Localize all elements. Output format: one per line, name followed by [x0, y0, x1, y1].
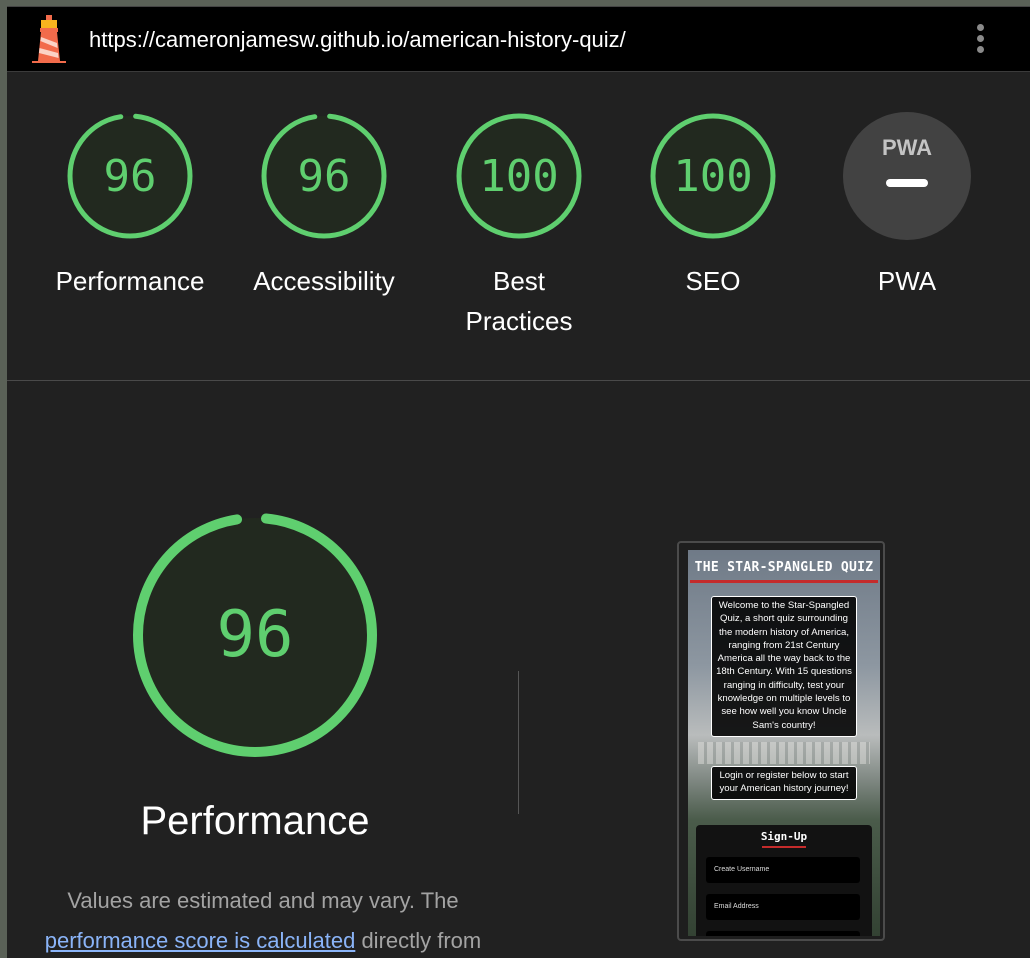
gauge-ring: 100 [650, 113, 776, 239]
intro-text: Welcome to the Star-Spangled Quiz, a sho… [711, 596, 857, 737]
pwa-badge-text: PWA [882, 135, 932, 160]
page-url[interactable]: https://cameronjamesw.github.io/american… [89, 27, 626, 53]
gauge-accessibility[interactable]: 96 Accessibility [229, 111, 419, 301]
gauge-best-practices[interactable]: 100 Best Practices [424, 111, 614, 341]
gauge-label: PWA [877, 266, 937, 296]
gauge-label: Best Practices [465, 266, 573, 336]
performance-title: Performance [140, 799, 370, 843]
performance-description: Values are estimated and may vary. The p… [13, 881, 513, 958]
login-prompt: Login or register below to start your Am… [711, 766, 857, 800]
divider [518, 671, 519, 814]
quiz-title: THE STAR-SPANGLED QUIZ [694, 560, 874, 575]
gauge-seo[interactable]: 100 SEO [618, 111, 808, 301]
pwa-badge-icon: PWA [843, 112, 971, 240]
email-field: Email Address [706, 894, 860, 920]
performance-big-score: 96 [216, 598, 293, 672]
gauge-ring: 100 [456, 113, 582, 239]
lighthouse-icon [32, 15, 66, 63]
gauge-label: SEO [685, 266, 741, 296]
kebab-menu-icon[interactable] [973, 21, 987, 61]
username-field: Create Username [706, 857, 860, 883]
password-field [706, 931, 860, 936]
page-screenshot: THE STAR-SPANGLED QUIZ Welcome to the St… [688, 550, 880, 936]
gauge-score: 100 [479, 151, 558, 202]
signup-title: Sign-Up [760, 830, 808, 843]
gauge-label: Accessibility [253, 266, 395, 296]
gauge-performance[interactable]: 96 Performance [35, 111, 225, 301]
gauge-label: Performance [55, 266, 205, 296]
gauge-ring: 96 [67, 113, 193, 239]
title-underline [690, 580, 878, 583]
performance-detail: 96 Performance Values are estimated and … [7, 381, 1030, 958]
white-house-image [698, 742, 870, 764]
gauge-score: 100 [673, 151, 752, 202]
gauge-ring: 96 [261, 113, 387, 239]
report-topbar: https://cameronjamesw.github.io/american… [7, 6, 1030, 72]
gauge-score: 96 [298, 151, 351, 202]
score-calculator-link[interactable]: performance score is calculated [45, 928, 356, 953]
gauge-pwa[interactable]: PWA PWA [812, 111, 1002, 301]
category-gauges: 96 Performance 96 Accessibility 100 Best… [7, 71, 1030, 381]
final-screenshot[interactable]: THE STAR-SPANGLED QUIZ Welcome to the St… [677, 541, 885, 941]
lighthouse-report: https://cameronjamesw.github.io/american… [7, 6, 1030, 958]
signup-underline [762, 846, 806, 848]
desc-suffix: directly from [355, 928, 482, 953]
performance-big-gauge: 96 [133, 513, 377, 757]
gauge-score: 96 [104, 151, 157, 202]
signup-form: Sign-Up Create Username Email Address [696, 825, 872, 936]
desc-prefix: Values are estimated and may vary. The [67, 888, 459, 913]
